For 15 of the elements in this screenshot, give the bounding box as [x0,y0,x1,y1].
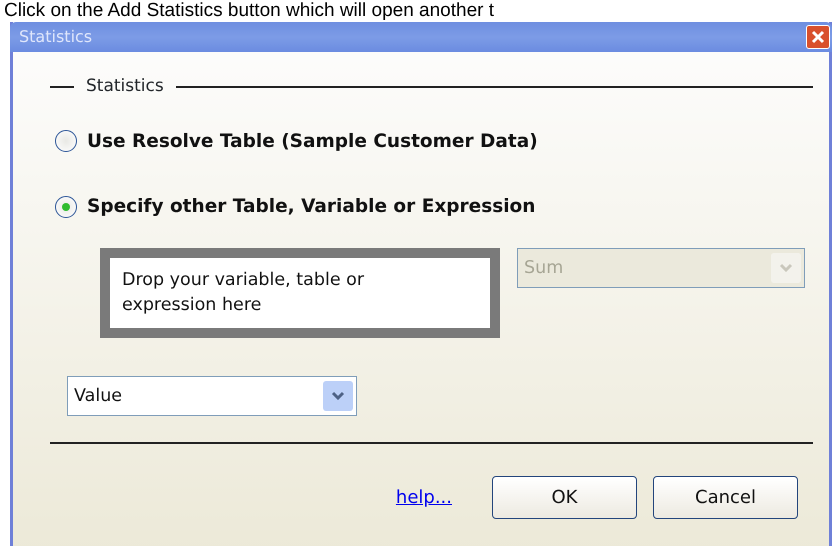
radio-label[interactable]: Specify other Table, Variable or Expression [87,193,536,221]
radio-label[interactable]: Use Resolve Table (Sample Customer Data) [87,128,538,156]
radio-button[interactable] [55,130,77,152]
drop-zone[interactable]: Drop your variable, table or expression here [100,248,500,338]
close-button[interactable] [806,25,830,49]
group-label: Statistics [86,75,164,98]
window-title: Statistics [19,26,92,48]
caption-text: Click on the Add Statistics button which will open another t [4,0,496,21]
close-icon [811,30,825,44]
chevron-down-icon[interactable] [323,381,353,411]
ok-button[interactable]: OK [492,476,637,519]
radio-button[interactable] [55,196,77,218]
cancel-button[interactable]: Cancel [653,476,798,519]
help-link[interactable]: help... [396,484,452,511]
dropdown[interactable]: Value [67,376,357,416]
